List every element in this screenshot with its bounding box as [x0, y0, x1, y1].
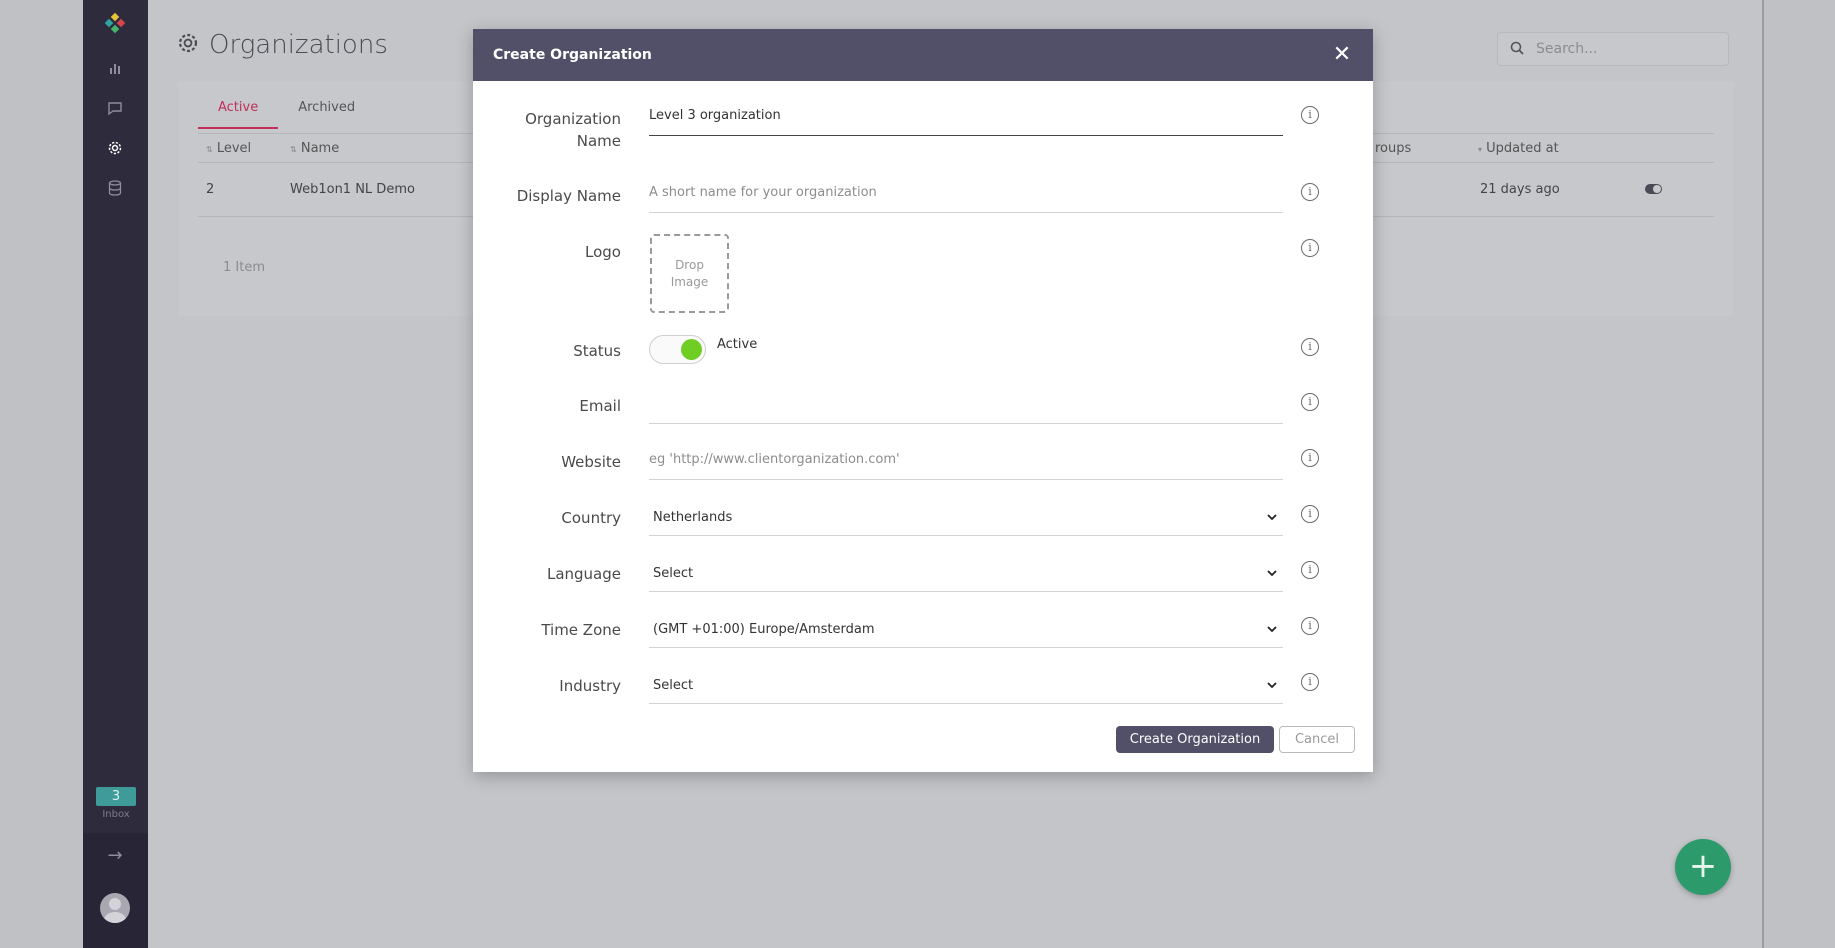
inbox-badge[interactable]: 3 Inbox	[96, 787, 136, 820]
timezone-label: Time Zone	[541, 621, 621, 639]
info-icon[interactable]: i	[1301, 505, 1319, 523]
country-label: Country	[561, 509, 621, 527]
status-toggle[interactable]	[649, 335, 706, 364]
chevron-down-icon	[1265, 679, 1279, 693]
tab-bar: Active Archived	[198, 93, 375, 129]
country-value: Netherlands	[653, 510, 733, 525]
info-icon[interactable]: i	[1301, 673, 1319, 691]
industry-value: Select	[653, 678, 694, 693]
create-organization-button[interactable]: Create Organization	[1116, 726, 1274, 753]
plus-icon: +	[1688, 846, 1718, 886]
avatar[interactable]	[100, 893, 130, 923]
chat-icon[interactable]	[103, 96, 127, 120]
inbox-label: Inbox	[102, 809, 130, 820]
email-field[interactable]	[649, 388, 1283, 424]
chevron-down-icon	[1265, 567, 1279, 581]
info-icon[interactable]: i	[1301, 617, 1319, 635]
email-label: Email	[579, 397, 621, 415]
industry-label: Industry	[559, 677, 621, 695]
language-select[interactable]: Select	[649, 556, 1283, 592]
chevron-down-icon	[1265, 511, 1279, 525]
column-header-level[interactable]: ⇅ Level	[206, 141, 251, 156]
column-header-updated[interactable]: ▾ Updated at	[1478, 141, 1559, 156]
column-header-name[interactable]: ⇅ Name	[290, 141, 339, 156]
tab-archived[interactable]: Archived	[278, 93, 375, 129]
sidebar: 3 Inbox →	[83, 0, 148, 948]
page-header: Organizations	[177, 30, 388, 60]
website-label: Website	[561, 453, 621, 471]
search-input[interactable]	[1536, 41, 1716, 57]
language-label: Language	[546, 565, 621, 583]
timezone-select[interactable]: (GMT +01:00) Europe/Amsterdam	[649, 612, 1283, 648]
chevron-down-icon	[1265, 623, 1279, 637]
display-name-label: Display Name	[516, 187, 621, 205]
create-organization-modal: Create Organization ✕ Organization Name …	[473, 29, 1373, 772]
language-value: Select	[653, 566, 694, 581]
status-label: Status	[573, 342, 621, 360]
logo-label: Logo	[585, 243, 621, 261]
info-icon[interactable]: i	[1301, 338, 1319, 356]
logo-icon[interactable]	[103, 12, 127, 36]
column-header-groups[interactable]: roups	[1375, 141, 1411, 156]
logo-dropzone[interactable]: Drop Image	[650, 234, 729, 313]
industry-select[interactable]: Select	[649, 668, 1283, 704]
timezone-value: (GMT +01:00) Europe/Amsterdam	[653, 622, 875, 637]
info-icon[interactable]: i	[1301, 183, 1319, 201]
website-field[interactable]	[649, 444, 1283, 480]
country-select[interactable]: Netherlands	[649, 500, 1283, 536]
row-toggle[interactable]	[1645, 184, 1662, 194]
gear-icon[interactable]	[103, 136, 127, 160]
display-name-input[interactable]	[649, 177, 1283, 212]
website-input[interactable]	[649, 444, 1283, 479]
outer-frame-left	[0, 0, 83, 948]
organization-name-label: Organization Name	[525, 110, 621, 150]
modal-header: Create Organization ✕	[473, 29, 1373, 81]
cell-name: Web1on1 NL Demo	[290, 182, 415, 197]
search-box[interactable]	[1497, 32, 1729, 66]
outer-frame-right	[1762, 0, 1835, 948]
item-count: 1 Item	[223, 260, 265, 275]
cell-level: 2	[206, 182, 215, 197]
cell-updated: 21 days ago	[1480, 182, 1560, 197]
tab-active[interactable]: Active	[198, 93, 279, 129]
organization-name-input[interactable]	[649, 100, 1283, 135]
cancel-button[interactable]: Cancel	[1279, 726, 1355, 753]
organization-name-field[interactable]	[649, 100, 1283, 136]
add-fab-button[interactable]: +	[1675, 839, 1731, 895]
close-icon[interactable]: ✕	[1331, 44, 1353, 66]
sort-icon: ▾	[1478, 145, 1483, 154]
modal-title: Create Organization	[493, 47, 652, 63]
page-title: Organizations	[209, 30, 388, 60]
email-input[interactable]	[649, 388, 1283, 423]
info-icon[interactable]: i	[1301, 106, 1319, 124]
info-icon[interactable]: i	[1301, 561, 1319, 579]
sort-icon: ⇅	[206, 145, 213, 154]
info-icon[interactable]: i	[1301, 449, 1319, 467]
search-icon	[1510, 40, 1524, 59]
info-icon[interactable]: i	[1301, 393, 1319, 411]
gear-icon	[177, 32, 199, 58]
status-value: Active	[717, 337, 758, 352]
info-icon[interactable]: i	[1301, 239, 1319, 257]
sort-icon: ⇅	[290, 145, 297, 154]
arrow-right-icon[interactable]: →	[103, 845, 127, 866]
inbox-count: 3	[96, 787, 136, 806]
bar-chart-icon[interactable]	[103, 56, 127, 80]
display-name-field[interactable]	[649, 177, 1283, 213]
database-icon[interactable]	[103, 176, 127, 200]
